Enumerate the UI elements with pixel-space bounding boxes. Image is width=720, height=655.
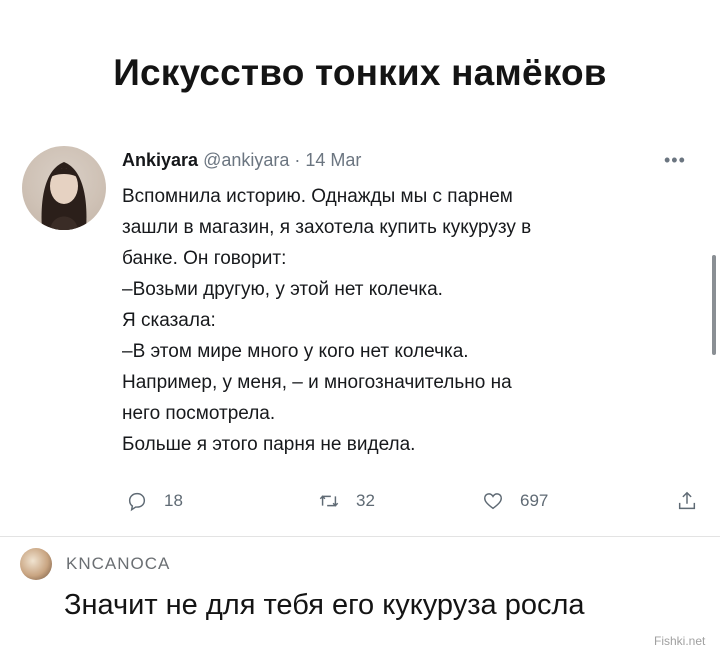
commenter-username[interactable]: KNCANOCA (66, 554, 170, 574)
tweet-line: –Возьми другую, у этой нет колечка. (122, 279, 443, 300)
reply-button[interactable]: 18 (126, 490, 183, 512)
tweet-actions: 18 32 697 (0, 490, 720, 526)
reply-icon (128, 492, 146, 512)
watermark: Fishki.net (654, 634, 706, 648)
tweet-text: Вспомнила историю. Однажды мы с парнем з… (122, 181, 692, 460)
author-avatar[interactable] (22, 146, 106, 230)
tweet-line: Я сказала: (122, 310, 216, 331)
tweet-line: Например, у меня, – и многозначительно н… (122, 372, 512, 393)
like-button[interactable]: 697 (482, 490, 548, 512)
comment-text: Значит не для тебя его кукуруза росла (64, 589, 585, 621)
tweet-line: Больше я этого парня не видела. (122, 434, 416, 455)
author-handle[interactable]: @ankiyara (203, 150, 289, 170)
tweet-line: зашли в магазин, я захотела купить кукур… (122, 217, 532, 238)
like-count: 697 (520, 491, 549, 510)
tweet-author-line: Ankiyara @ankiyara · 14 Mar (122, 150, 361, 171)
tweet-date[interactable]: 14 Mar (305, 150, 361, 170)
retweet-button[interactable]: 32 (318, 490, 375, 512)
author-name[interactable]: Ankiyara (122, 150, 198, 170)
like-icon (484, 493, 502, 510)
share-icon (678, 491, 696, 510)
commenter-avatar[interactable] (20, 548, 52, 580)
divider (0, 536, 720, 537)
tweet-line: –В этом мире много у кого нет колечка. (122, 341, 469, 362)
reply-count: 18 (164, 491, 183, 510)
tweet-line: Вспомнила историю. Однажды мы с парнем (122, 186, 513, 207)
more-icon[interactable]: ••• (664, 150, 686, 171)
tweet-line: него посмотрела. (122, 403, 276, 424)
share-button[interactable] (676, 490, 714, 512)
tweet-card: Ankiyara @ankiyara · 14 Mar ••• Вспомнил… (0, 0, 720, 540)
retweet-count: 32 (356, 491, 375, 510)
tweet-line: банке. Он говорит: (122, 248, 287, 269)
scrollbar[interactable] (712, 255, 716, 355)
retweet-icon (319, 495, 339, 507)
separator-dot: · (294, 150, 301, 170)
